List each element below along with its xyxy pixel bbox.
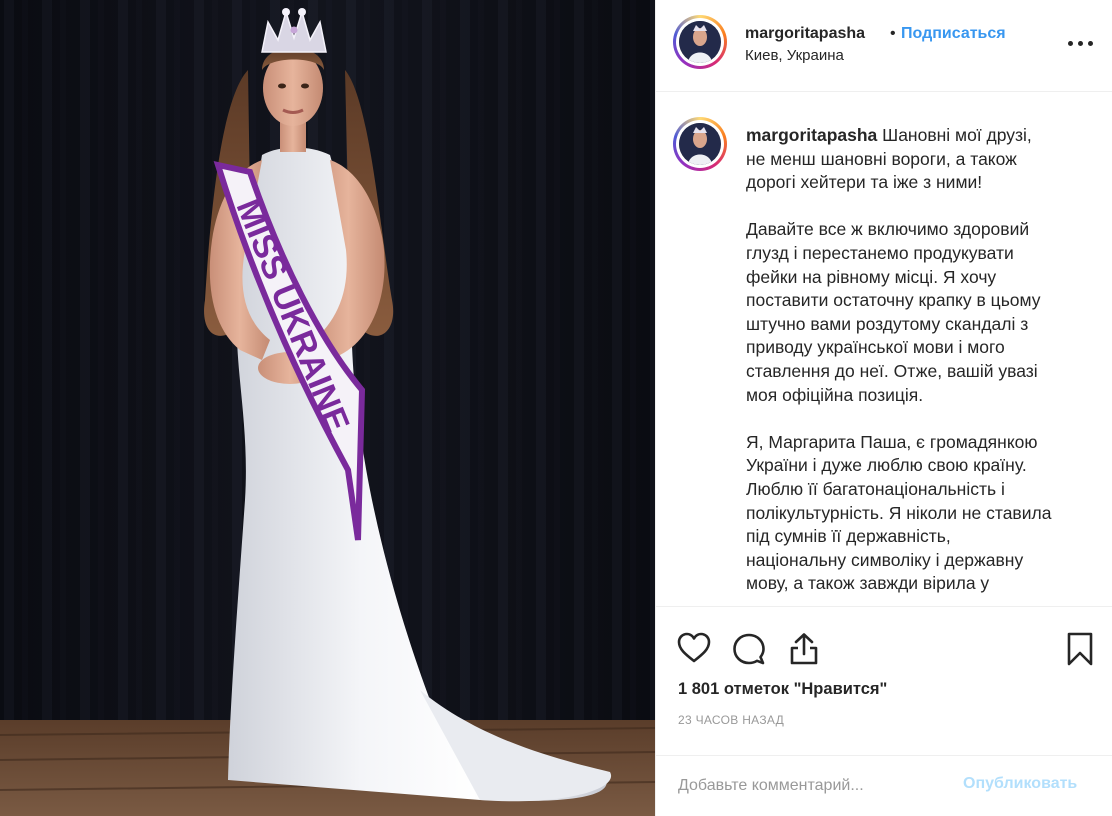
- post-caption: margoritapasha Шановні мої друзі, не мен…: [746, 124, 1086, 596]
- post-timestamp[interactable]: 23 ЧАСОВ НАЗАД: [678, 713, 784, 727]
- caption-text: Шановні мої друзі, не менш шановні ворог…: [746, 125, 1052, 594]
- add-comment-bar: Опубликовать: [656, 755, 1112, 816]
- follow-button[interactable]: Подписаться: [901, 25, 1006, 43]
- likes-count[interactable]: 1 801 отметок "Нравится": [678, 680, 887, 699]
- more-options-icon[interactable]: [1066, 28, 1096, 58]
- photo-image: MISS UKRAINE: [0, 0, 655, 816]
- share-icon[interactable]: [788, 632, 820, 666]
- post-header: margoritapasha • Подписаться Киев, Украи…: [656, 0, 1112, 92]
- post-author-username[interactable]: margoritapasha: [745, 25, 865, 43]
- post-actions: 1 801 отметок "Нравится" 23 ЧАСОВ НАЗАД: [656, 606, 1112, 755]
- comment-input[interactable]: [678, 773, 948, 799]
- caption-avatar[interactable]: [673, 117, 727, 171]
- caption-username[interactable]: margoritapasha: [746, 125, 877, 145]
- post-side-panel: margoritapasha • Подписаться Киев, Украи…: [655, 0, 1112, 816]
- avatar-image: [679, 123, 721, 165]
- avatar[interactable]: [673, 15, 727, 69]
- comments-area: margoritapasha Шановні мої друзі, не мен…: [656, 93, 1112, 606]
- publish-button[interactable]: Опубликовать: [963, 775, 1077, 793]
- bookmark-icon[interactable]: [1066, 632, 1094, 666]
- comment-icon[interactable]: [732, 632, 766, 666]
- post-photo[interactable]: MISS UKRAINE: [0, 0, 655, 816]
- header-separator: •: [890, 25, 896, 42]
- heart-icon[interactable]: [677, 632, 711, 664]
- avatar-image: [679, 21, 721, 63]
- post-location[interactable]: Киев, Украина: [745, 47, 844, 64]
